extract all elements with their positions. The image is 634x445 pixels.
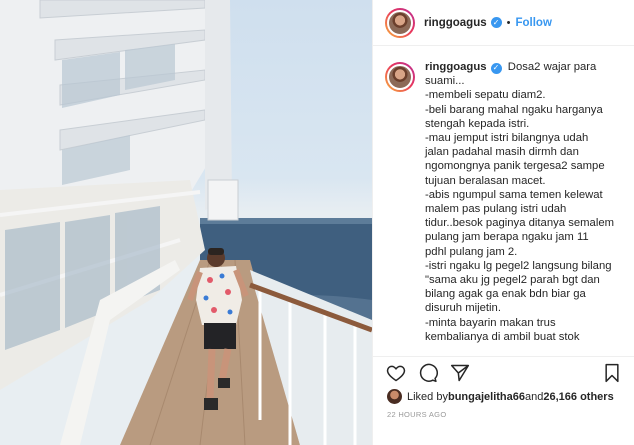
- caption-line: disuruh mijetin.: [425, 302, 501, 315]
- caption-line: Dosa2 wajar para: [507, 61, 597, 73]
- post-timestamp[interactable]: 22 HOURS AGO: [387, 410, 446, 419]
- caption-line: tidur..besok paginya ditanya semalem: [425, 217, 615, 230]
- post-header: ringgoagus ✓ • Follow: [373, 0, 634, 46]
- caption-verified-badge-icon: ✓: [490, 62, 502, 74]
- caption-line: ngomongnya panik tergesa2 sampe: [425, 160, 605, 173]
- caption-author-avatar[interactable]: [385, 62, 415, 92]
- likes-prefix: Liked by: [407, 390, 448, 403]
- caption-line: -mau jemput istri bilangnya udah: [425, 132, 589, 145]
- caption-line: pulang jam berapa ngaku jam 11: [425, 231, 589, 244]
- caption-line: jalan padahal masih dirmh dan: [425, 146, 579, 159]
- post-actions-bar: [373, 356, 634, 388]
- cruise-deck-scene: [0, 0, 372, 445]
- liked-by-user[interactable]: bungajelitha66: [448, 391, 525, 403]
- author-username[interactable]: ringgoagus: [424, 17, 487, 29]
- caption-line: bilang agak ga enak bdn biar ga: [425, 288, 586, 301]
- caption-line: -istri ngaku lg pegel2 langsung bilang: [425, 259, 612, 272]
- heart-icon[interactable]: [385, 362, 407, 384]
- caption-line: -beli barang mahal ngaku harganya: [425, 103, 603, 116]
- caption-line: suami...: [425, 75, 465, 88]
- post-photo[interactable]: [0, 0, 372, 445]
- caption-line: tujuan beralasan macet.: [425, 174, 546, 187]
- caption-line: -abis ngumpul sama temen kelewat: [425, 188, 603, 201]
- follow-button[interactable]: Follow: [515, 17, 551, 29]
- share-icon[interactable]: [449, 362, 471, 384]
- caption-username[interactable]: ringgoagus: [425, 61, 487, 73]
- comment-icon[interactable]: [417, 362, 439, 384]
- caption-line: pdhl pulang jam 2.: [425, 245, 518, 258]
- caption-line: -membeli sepatu diam2.: [425, 89, 546, 102]
- likes-count[interactable]: 26,166 others: [543, 391, 613, 403]
- post-side-panel: ringgoagus ✓ • Follow ringgoagus ✓ Dosa2 …: [372, 0, 634, 445]
- caption-line: "sama aku jg pegel2 parah bgt dan: [425, 274, 600, 287]
- caption-line: kembalianya di ambil buat stok: [425, 330, 580, 343]
- likes-summary: Liked by bungajelitha66 and 26,166 other…: [387, 389, 614, 404]
- verified-badge-icon: ✓: [490, 17, 502, 28]
- post-caption: ringgoagus ✓ Dosa2 wajar para suami... -m…: [385, 60, 625, 356]
- caption-text: ringgoagus ✓ Dosa2 wajar para suami... -m…: [425, 60, 623, 356]
- separator-dot: •: [506, 16, 511, 29]
- liker-avatar[interactable]: [387, 389, 402, 404]
- caption-lines: Dosa2 wajar para suami... -membeli sepat…: [425, 61, 614, 343]
- caption-line: malem pas pulang istri udah: [425, 203, 567, 216]
- bookmark-icon[interactable]: [601, 362, 623, 384]
- author-avatar[interactable]: [385, 7, 415, 38]
- likes-middle: and: [525, 390, 544, 403]
- caption-line: -minta bayarin makan trus: [425, 316, 556, 329]
- caption-line: stengah kepada istri.: [425, 117, 530, 130]
